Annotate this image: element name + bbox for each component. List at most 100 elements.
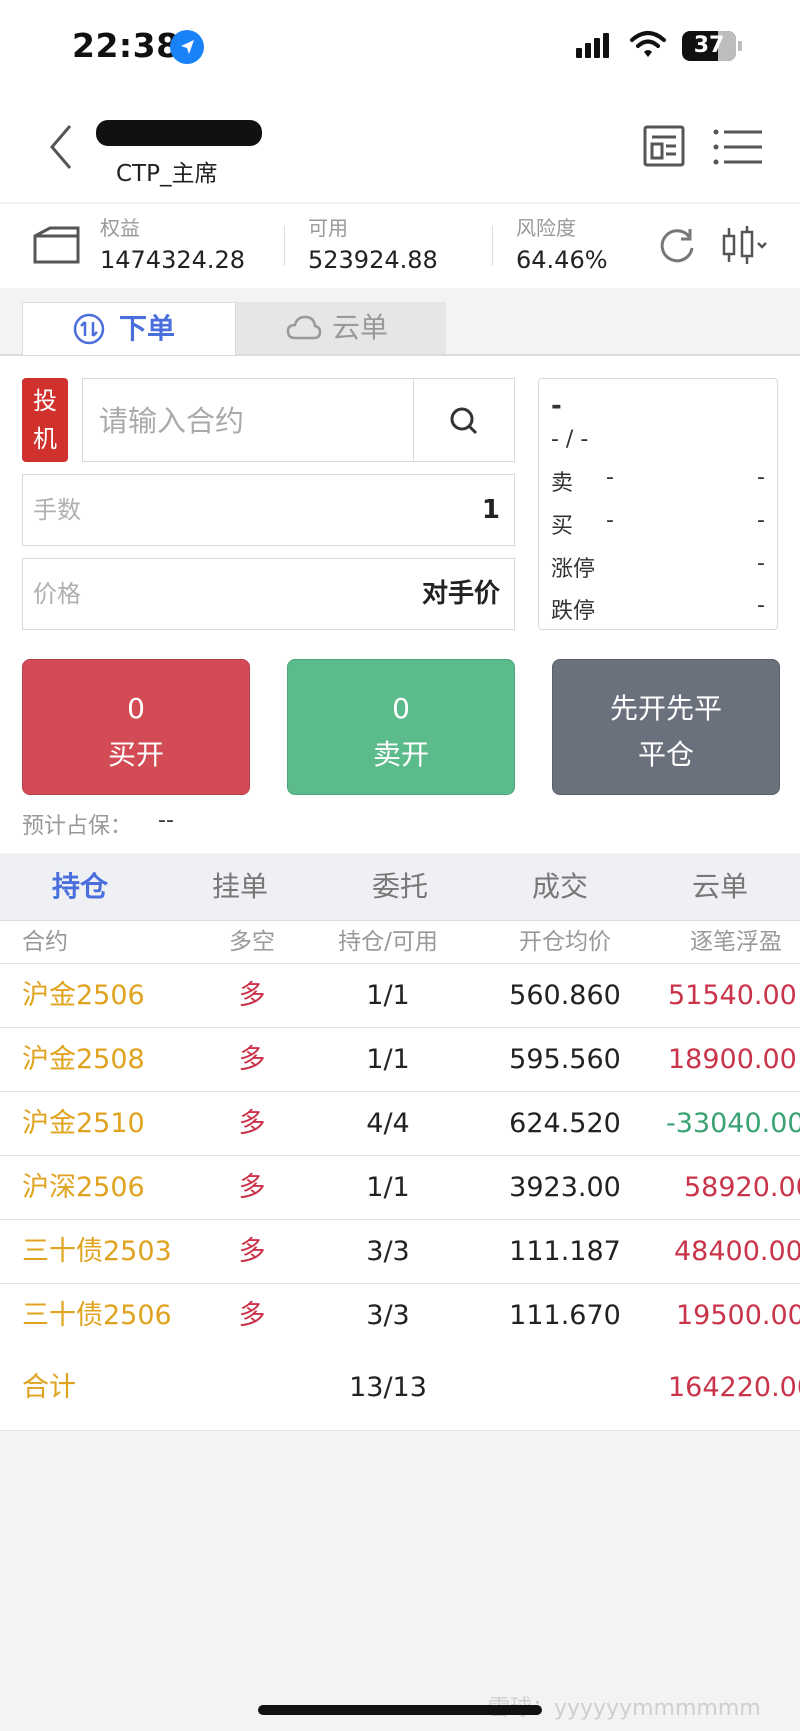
quote-limit-up-label: 涨停 <box>551 557 596 582</box>
price-value[interactable]: 对手价 <box>422 559 500 629</box>
back-button[interactable] <box>44 122 84 172</box>
account-name: CTP_主席 <box>116 161 218 187</box>
table-row[interactable]: 沪金2506 多 1/1 560.860 51540.00 <box>0 964 800 1028</box>
account-summary-bar: 权益 1474324.28 可用 523924.88 风险度 64.46% <box>0 203 800 289</box>
available-label: 可用 <box>308 216 348 240</box>
close-mode-label: 先开先平 <box>609 692 722 725</box>
row-avg-price: 111.670 <box>509 1300 621 1331</box>
row-direction: 多 <box>238 1172 266 1203</box>
table-row[interactable]: 沪深2506 多 1/1 3923.00 58920.00 <box>0 1156 800 1220</box>
col-avg-price: 开仓均价 <box>519 929 611 955</box>
row-avg-price: 111.187 <box>509 1236 621 1267</box>
row-position: 3/3 <box>366 1300 410 1331</box>
row-floating-pnl: 48400.00 <box>674 1236 800 1267</box>
row-contract: 三十债2503 <box>22 1236 172 1267</box>
swap-icon <box>73 313 105 345</box>
row-direction: 多 <box>238 1108 266 1139</box>
quote-buy-value: - <box>757 508 765 533</box>
quote-limit-down-row: 跌停 - <box>551 593 765 625</box>
equity-label: 权益 <box>100 216 140 240</box>
report-icon[interactable] <box>642 124 686 168</box>
search-button[interactable] <box>413 378 515 462</box>
quantity-value[interactable]: 1 <box>482 475 500 545</box>
quantity-field[interactable]: 手数 1 <box>22 474 515 546</box>
row-avg-price: 3923.00 <box>509 1172 621 1203</box>
tab-cloud-label: 云单 <box>332 311 389 344</box>
speculation-mode-badge[interactable]: 投 机 <box>22 378 68 462</box>
price-field[interactable]: 价格 对手价 <box>22 558 515 630</box>
quote-sell-value: - <box>757 465 765 490</box>
row-floating-pnl: 58920.00 <box>684 1172 800 1203</box>
available-value: 523924.88 <box>308 246 438 274</box>
quote-buy-label: 买 <box>551 514 574 539</box>
sell-open-button[interactable]: 0 卖开 <box>287 659 515 795</box>
table-row[interactable]: 三十债2506 多 3/3 111.670 19500.00 <box>0 1284 800 1348</box>
buy-open-count: 0 <box>127 692 145 725</box>
col-contract: 合约 <box>22 929 68 955</box>
row-position: 1/1 <box>366 1172 410 1203</box>
battery-icon: 37 <box>682 31 742 61</box>
contract-input[interactable] <box>97 379 401 463</box>
row-avg-price: 624.520 <box>509 1108 621 1139</box>
contract-field[interactable] <box>82 378 415 463</box>
row-direction: 多 <box>238 980 266 1011</box>
row-contract: 沪深2506 <box>22 1172 145 1203</box>
margin-value: -- <box>158 808 174 833</box>
col-direction: 多空 <box>229 929 275 955</box>
col-position: 持仓/可用 <box>338 929 438 955</box>
table-row[interactable]: 沪金2508 多 1/1 595.560 18900.00 <box>0 1028 800 1092</box>
row-contract: 沪金2510 <box>22 1108 145 1139</box>
sell-open-label: 卖开 <box>372 738 429 771</box>
quote-sell-label: 卖 <box>551 471 574 496</box>
home-indicator[interactable] <box>258 1705 542 1715</box>
col-floating-pnl: 逐笔浮盈 <box>690 929 782 955</box>
row-direction: 多 <box>238 1044 266 1075</box>
margin-label: 预计占保： <box>22 814 133 839</box>
order-panel: 投 机 手数 1 价格 对手价 - - / - 卖 - - 买 - - 涨停 <box>0 356 800 853</box>
row-floating-pnl: 19500.00 <box>676 1300 800 1331</box>
refresh-icon[interactable] <box>656 224 698 266</box>
mode-char-2: 机 <box>33 425 57 453</box>
mode-char-1: 投 <box>33 387 57 415</box>
quote-limit-up-row: 涨停 - <box>551 551 765 583</box>
row-floating-pnl: -33040.00 <box>666 1108 800 1139</box>
menu-icon[interactable] <box>712 128 764 166</box>
close-label: 平仓 <box>637 738 694 771</box>
row-floating-pnl: 18900.00 <box>668 1044 797 1075</box>
buy-open-button[interactable]: 0 买开 <box>22 659 250 795</box>
cloud-icon <box>286 315 322 340</box>
quote-limit-up-value: - <box>757 551 765 576</box>
tab-trades[interactable]: 成交 <box>480 854 640 920</box>
search-icon <box>450 407 478 435</box>
tab-order-label: 下单 <box>119 312 176 345</box>
price-label: 价格 <box>33 580 81 608</box>
tab-pending[interactable]: 挂单 <box>160 854 320 920</box>
row-contract: 沪金2506 <box>22 980 145 1011</box>
redacted-account-id <box>96 120 262 146</box>
total-label: 合计 <box>22 1372 76 1403</box>
candlestick-chart-icon[interactable] <box>720 224 770 266</box>
tab-positions[interactable]: 持仓 <box>0 854 160 920</box>
quantity-label: 手数 <box>33 496 81 524</box>
row-position: 3/3 <box>366 1236 410 1267</box>
tab-cloud[interactable]: 云单 <box>236 302 446 354</box>
row-floating-pnl: 51540.00 <box>668 980 797 1011</box>
risk-label: 风险度 <box>516 216 576 240</box>
chevron-left-icon <box>50 125 72 169</box>
tab-cloud-orders[interactable]: 云单 <box>640 854 800 920</box>
equity-value: 1474324.28 <box>100 246 246 274</box>
tab-orders[interactable]: 委托 <box>320 854 480 920</box>
row-position: 4/4 <box>366 1108 410 1139</box>
quote-limit-down-value: - <box>757 593 765 618</box>
folder-icon[interactable] <box>32 222 80 270</box>
table-row[interactable]: 沪金2510 多 4/4 624.520 -33040.00 <box>0 1092 800 1156</box>
table-header: 合约 多空 持仓/可用 开仓均价 逐笔浮盈 <box>0 921 800 964</box>
row-contract: 沪金2508 <box>22 1044 145 1075</box>
total-row: 合计 13/13 164220.00 <box>0 1346 800 1431</box>
close-position-button[interactable]: 先开先平 平仓 <box>552 659 780 795</box>
risk-value: 64.46% <box>516 246 608 274</box>
total-position: 13/13 <box>349 1372 427 1403</box>
table-row[interactable]: 三十债2503 多 3/3 111.187 48400.00 <box>0 1220 800 1284</box>
tab-order[interactable]: 下单 <box>22 302 236 355</box>
quote-buy-mid: - <box>606 508 614 533</box>
